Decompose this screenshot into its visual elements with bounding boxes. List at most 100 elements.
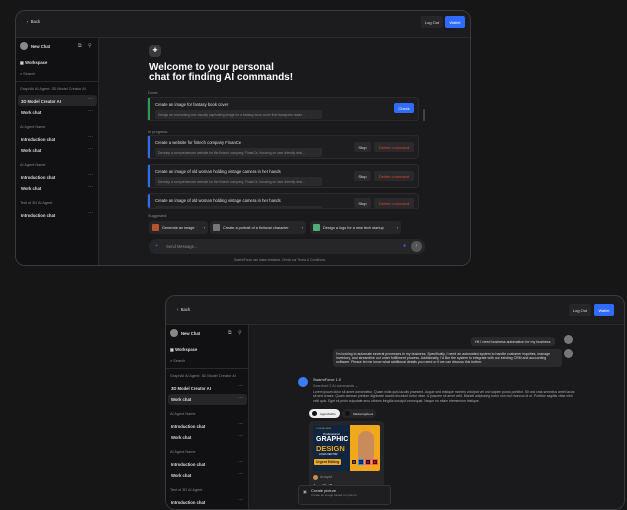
user-avatar — [564, 335, 573, 344]
more-icon[interactable]: ⋯ — [238, 497, 243, 503]
pin-icon[interactable]: ⚲ — [238, 330, 242, 336]
chat-label: Introduction chat — [171, 461, 206, 467]
more-icon[interactable]: ⋯ — [238, 433, 243, 439]
more-icon[interactable]: ⋯ — [88, 96, 93, 102]
scrollbar[interactable] — [423, 109, 425, 121]
tool-badge: Ar — [372, 459, 378, 465]
new-chat-button[interactable]: New Chat — [31, 44, 50, 49]
sidebar: New Chat ⧉ ⚲ ▦ Workspace ⌕ Search GraphAI AI … — [166, 324, 249, 509]
sidebar-chat-item[interactable]: Introduction chat ⋯ — [18, 209, 97, 220]
more-icon[interactable]: ⋯ — [88, 146, 93, 152]
group-title: AI Agent Name — [170, 412, 196, 416]
chat-label: Introduction chat — [171, 423, 206, 429]
search-input[interactable]: ⌕ Search — [170, 359, 185, 363]
stop-button[interactable]: Stop — [354, 171, 371, 181]
wallet-button[interactable]: Wallet — [445, 16, 465, 28]
delete-command-button[interactable]: Delete command — [374, 198, 414, 208]
command-desc: Develop a comprehensive website for the … — [155, 177, 322, 186]
delete-command-button[interactable]: Delete command — [374, 142, 414, 152]
sidebar-chat-item[interactable]: Introduction chat ⋯ — [168, 458, 247, 469]
suggestion-thumb-icon — [313, 224, 320, 231]
message-input[interactable]: + Send Message... ● ↑ — [149, 239, 425, 254]
group-title: GraphAI AI Agent: 3D Model Creator AI — [20, 87, 86, 91]
plus-icon[interactable]: + — [155, 243, 158, 249]
more-icon[interactable]: ⋯ — [88, 134, 93, 140]
sidebar-chat-item[interactable]: 3D Model Creator AI ⋯ — [168, 382, 247, 393]
image-text: GRAPHIC — [316, 436, 349, 443]
more-icon[interactable]: ⋯ — [88, 108, 93, 114]
back-button[interactable]: ‹ Back — [177, 307, 190, 312]
avatar — [20, 42, 28, 50]
suggestion-chip[interactable]: Generate an image › — [149, 221, 208, 234]
sidebar-chat-item[interactable]: Work chat ⋯ — [18, 107, 97, 118]
sidebar-chat-item[interactable]: Introduction chat ⋯ — [18, 133, 97, 144]
microphone-icon[interactable]: ● — [403, 243, 406, 249]
page-title: Welcome to your personal chat for finding… — [149, 63, 293, 83]
group-title: Test of 3D AI Agent — [170, 488, 203, 492]
suggestion-thumb-icon — [213, 224, 220, 231]
user-message: Hi! I need business automation for my bu… — [471, 337, 555, 346]
suggestion-chip[interactable]: Create a portrait of a fictional charact… — [210, 221, 306, 234]
more-icon[interactable]: ⋯ — [88, 184, 93, 190]
searched-commands-toggle[interactable]: Searched 2 AI commands ⌄ — [313, 384, 358, 388]
bot-avatar — [298, 377, 308, 387]
sidebar-chat-item[interactable]: Introduction chat ⋯ — [168, 496, 247, 507]
chat-label: Introduction chat — [21, 212, 56, 218]
chat-label: Introduction chat — [21, 174, 56, 180]
group-title: Test of 3D AI Agent — [20, 201, 53, 205]
sidebar-chat-item[interactable]: Introduction chat ⋯ — [168, 420, 247, 431]
search-input[interactable]: ⌕ Search — [20, 72, 35, 76]
suggestion-label: Generate an image — [162, 225, 195, 230]
pin-icon[interactable]: ⚲ — [88, 43, 92, 49]
sidebar-chat-item[interactable]: Work chat ⋯ — [168, 470, 247, 481]
more-icon[interactable]: ⋯ — [238, 421, 243, 427]
chat-label: Work chat — [21, 148, 42, 153]
new-chat-button[interactable]: New Chat — [181, 331, 200, 336]
check-button[interactable]: Check — [394, 103, 414, 113]
command-title: Create an image of old woman holding vin… — [155, 169, 281, 174]
tool-badge: Id — [365, 459, 371, 465]
edit-icon[interactable]: ⧉ — [228, 330, 232, 336]
in-progress-command-card: Create an image of old woman holding vin… — [147, 164, 419, 188]
workspace-link[interactable]: ▦ Workspace — [20, 60, 47, 65]
chat-label: Work chat — [21, 186, 42, 191]
title-line-2: chat for finding AI commands! — [149, 72, 294, 83]
more-icon[interactable]: ⋯ — [88, 210, 93, 216]
agent-chip[interactable]: MarketingDeva — [342, 409, 376, 418]
delete-command-button[interactable]: Delete command — [374, 171, 414, 181]
logout-button[interactable]: Log Out — [569, 304, 591, 316]
more-icon[interactable]: ⋯ — [238, 395, 243, 401]
command-desc — [155, 206, 322, 208]
agent-label: MarketingDeva — [353, 411, 374, 416]
wallet-button[interactable]: Wallet — [594, 304, 614, 316]
send-button[interactable]: ↑ — [411, 241, 422, 252]
more-icon[interactable]: ⋯ — [88, 172, 93, 178]
sidebar-chat-item[interactable]: Introduction chat ⋯ — [18, 171, 97, 182]
agent-chip[interactable]: AgentSoftio — [309, 409, 340, 418]
back-button[interactable]: ‹ Back — [27, 19, 40, 24]
sidebar-chat-item[interactable]: Work chat ⋯ — [168, 393, 247, 405]
workspace-link[interactable]: ▦ Workspace — [170, 347, 197, 352]
user-message: I'm looking to automate several processe… — [333, 349, 562, 368]
searched-label: Searched 2 AI commands — [313, 384, 355, 388]
more-icon[interactable]: ⋯ — [238, 471, 243, 477]
agent-icon — [345, 411, 350, 416]
logout-button[interactable]: Log Out — [421, 16, 443, 28]
edit-icon[interactable]: ⧉ — [78, 43, 82, 49]
stop-button[interactable]: Stop — [354, 142, 371, 152]
user-avatar — [564, 349, 573, 358]
image-text: DESIGN — [316, 444, 345, 453]
sidebar-chat-item[interactable]: Work chat ⋯ — [168, 432, 247, 443]
more-icon[interactable]: ⋯ — [238, 459, 243, 465]
stop-button[interactable]: Stop — [354, 198, 371, 208]
suggested-label: Suggested: — [148, 214, 168, 218]
suggestion-chip[interactable]: Design a logo for a new tech startup › — [310, 221, 401, 234]
more-icon[interactable]: ⋯ — [238, 383, 243, 389]
sidebar-chat-item[interactable]: Work chat ⋯ — [18, 145, 97, 156]
command-popup[interactable]: ▣ Create picture Create an image based o… — [298, 485, 391, 505]
sidebar-chat-item[interactable]: Work chat ⋯ — [18, 183, 97, 194]
sidebar-chat-item[interactable]: 3D Model Creator AI ⋯ — [18, 95, 97, 106]
window-chat: ‹ Back Log Out Wallet New Chat ⧉ ⚲ ▦ Worksp… — [165, 295, 625, 510]
author-name: Anayat — [320, 475, 332, 479]
command-title: Create an image of old woman holding vin… — [155, 198, 281, 203]
